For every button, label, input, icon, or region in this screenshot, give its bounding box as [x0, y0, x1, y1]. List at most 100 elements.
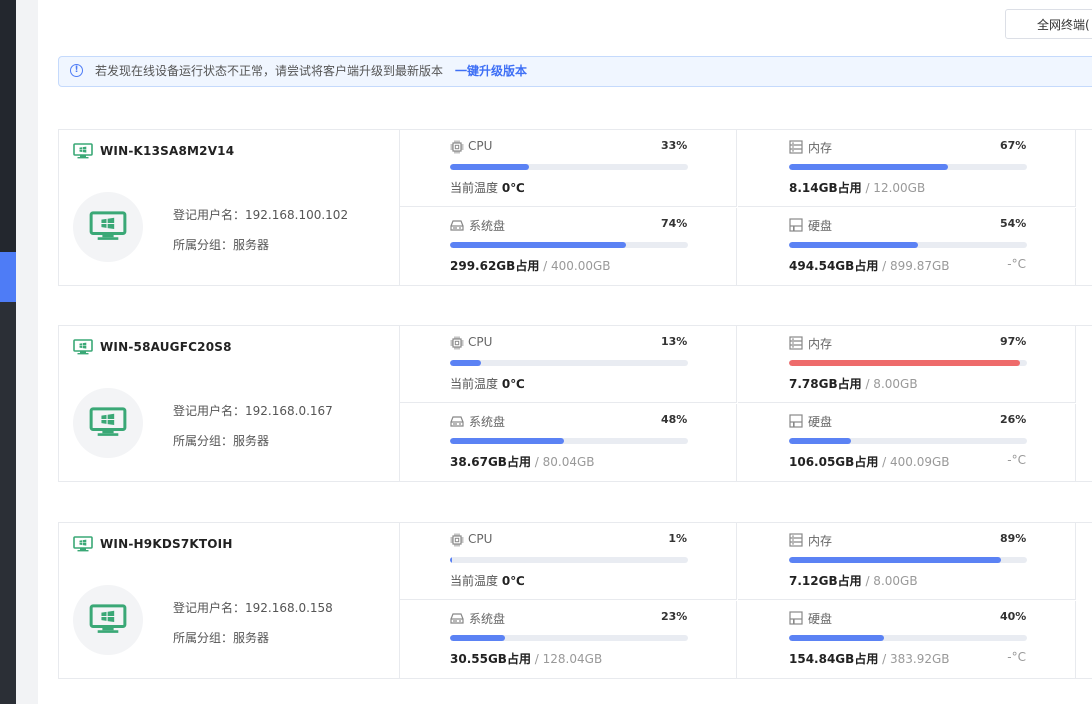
- windows-pc-icon: [73, 143, 93, 159]
- memory-usage: 7.12GB占用 / 8.00GB: [789, 574, 918, 588]
- memory-icon: [789, 532, 803, 547]
- left-nav-rail: [0, 0, 16, 704]
- disk-temperature: -°C: [1007, 453, 1026, 467]
- disk-progress-bar: [789, 242, 1027, 248]
- disk-progress-fill: [789, 242, 918, 248]
- cpu-icon: [450, 139, 464, 154]
- notice-message: 若发现在线设备运行状态不正常，请尝试将客户端升级到最新版本: [95, 64, 444, 78]
- hard-disk-icon: [789, 217, 803, 232]
- cpu-icon: [450, 532, 464, 547]
- memory-progress-bar: [789, 360, 1027, 366]
- cpu-percent: 33%: [661, 139, 688, 152]
- system-disk-percent: 74%: [661, 217, 688, 230]
- cpu-percent: 13%: [661, 335, 688, 348]
- upgrade-notice-bar: ! 若发现在线设备运行状态不正常，请尝试将客户端升级到最新版本 一键升级版本: [58, 56, 1092, 87]
- memory-label: 内存: [808, 141, 833, 155]
- system-disk-label: 系统盘: [469, 415, 506, 429]
- system-disk-metric: 系统盘 23% 30.55GB占用 / 128.04GB: [399, 601, 737, 678]
- one-click-upgrade-link[interactable]: 一键升级版本: [455, 57, 527, 86]
- memory-label: 内存: [808, 337, 833, 351]
- disk-progress-fill: [789, 438, 851, 444]
- windows-pc-icon: [73, 536, 93, 552]
- windows-pc-icon: [73, 339, 93, 355]
- disk-usage: 106.05GB占用 / 400.09GB: [789, 455, 950, 469]
- memory-progress-bar: [789, 557, 1027, 563]
- cpu-label: CPU: [468, 532, 493, 546]
- disk-progress-bar: [789, 438, 1027, 444]
- disk-label: 硬盘: [808, 612, 833, 626]
- cpu-metric: CPU 13% 当前温度 0℃: [399, 326, 737, 403]
- system-disk-label: 系统盘: [469, 612, 506, 626]
- memory-progress-fill: [789, 557, 1001, 563]
- system-disk-usage: 38.67GB占用 / 80.04GB: [450, 455, 595, 469]
- device-avatar: [73, 585, 143, 655]
- device-info: WIN-58AUGFC20S8 登记用户名：192.168.0.167 所属分组…: [59, 326, 400, 481]
- device-name[interactable]: WIN-H9KDS7KTOIH: [100, 537, 233, 551]
- cpu-metric: CPU 1% 当前温度 0℃: [399, 523, 737, 600]
- system-disk-usage: 299.62GB占用 / 400.00GB: [450, 259, 611, 273]
- memory-icon: [789, 335, 803, 350]
- disk-temperature: -°C: [1007, 257, 1026, 271]
- disk-metric: 硬盘 40% 154.84GB占用 / 383.92GB -°C: [738, 601, 1076, 678]
- device-card[interactable]: WIN-58AUGFC20S8 登记用户名：192.168.0.167 所属分组…: [58, 325, 1092, 482]
- disk-usage: 494.54GB占用 / 899.87GB: [789, 259, 950, 273]
- memory-metric: 内存 67% 8.14GB占用 / 12.00GB: [738, 130, 1076, 207]
- disk-progress-fill: [789, 635, 885, 641]
- system-disk-percent: 23%: [661, 610, 688, 623]
- memory-metric: 内存 89% 7.12GB占用 / 8.00GB: [738, 523, 1076, 600]
- memory-metric: 内存 97% 7.78GB占用 / 8.00GB: [738, 326, 1076, 403]
- cpu-temperature: 当前温度 0℃: [450, 181, 525, 195]
- device-group: 所属分组：服务器: [173, 238, 270, 252]
- system-disk-percent: 48%: [661, 413, 688, 426]
- cpu-icon: [450, 335, 464, 350]
- device-group: 所属分组：服务器: [173, 631, 270, 645]
- memory-percent: 97%: [1000, 335, 1027, 348]
- system-disk-progress-bar: [450, 438, 688, 444]
- nav-active-indicator[interactable]: [0, 252, 16, 302]
- system-disk-progress-bar: [450, 635, 688, 641]
- memory-progress-fill: [789, 164, 949, 170]
- device-name[interactable]: WIN-58AUGFC20S8: [100, 340, 232, 354]
- page-gutter: [16, 0, 38, 704]
- device-avatar: [73, 388, 143, 458]
- system-disk-label: 系统盘: [469, 219, 506, 233]
- disk-label: 硬盘: [808, 415, 833, 429]
- system-disk-metric: 系统盘 74% 299.62GB占用 / 400.00GB: [399, 208, 737, 285]
- memory-percent: 89%: [1000, 532, 1027, 545]
- system-disk-progress-fill: [450, 242, 627, 248]
- cpu-label: CPU: [468, 335, 493, 349]
- device-name[interactable]: WIN-K13SA8M2V14: [100, 144, 234, 158]
- info-icon: !: [70, 64, 83, 77]
- cpu-temperature: 当前温度 0℃: [450, 574, 525, 588]
- registered-user: 登记用户名：192.168.0.158: [173, 601, 333, 615]
- device-info: WIN-K13SA8M2V14 登记用户名：192.168.100.102 所属…: [59, 130, 400, 285]
- memory-icon: [789, 139, 803, 154]
- memory-label: 内存: [808, 534, 833, 548]
- disk-percent: 40%: [1000, 610, 1027, 623]
- nav-band: [0, 0, 16, 252]
- device-card[interactable]: WIN-H9KDS7KTOIH 登记用户名：192.168.0.158 所属分组…: [58, 522, 1092, 679]
- system-disk-icon: [450, 610, 464, 624]
- hard-disk-icon: [789, 610, 803, 625]
- disk-metric: 硬盘 54% 494.54GB占用 / 899.87GB -°C: [738, 208, 1076, 285]
- system-disk-icon: [450, 413, 464, 427]
- system-disk-metric: 系统盘 48% 38.67GB占用 / 80.04GB: [399, 404, 737, 481]
- registered-user: 登记用户名：192.168.100.102: [173, 208, 349, 222]
- all-terminals-button[interactable]: 全网终端(: [1005, 9, 1092, 39]
- main-content: 全网终端( ! 若发现在线设备运行状态不正常，请尝试将客户端升级到最新版本 一键…: [38, 0, 1092, 704]
- device-group: 所属分组：服务器: [173, 434, 270, 448]
- disk-metric: 硬盘 26% 106.05GB占用 / 400.09GB -°C: [738, 404, 1076, 481]
- disk-percent: 54%: [1000, 217, 1027, 230]
- memory-progress-bar: [789, 164, 1027, 170]
- cpu-progress-bar: [450, 557, 688, 563]
- cpu-progress-bar: [450, 164, 688, 170]
- cpu-progress-fill: [450, 164, 529, 170]
- device-info: WIN-H9KDS7KTOIH 登记用户名：192.168.0.158 所属分组…: [59, 523, 400, 678]
- cpu-label: CPU: [468, 139, 493, 153]
- device-avatar: [73, 192, 143, 262]
- system-disk-progress-bar: [450, 242, 688, 248]
- cpu-progress-fill: [450, 557, 453, 563]
- cpu-progress-bar: [450, 360, 688, 366]
- memory-progress-fill: [789, 360, 1020, 366]
- device-card[interactable]: WIN-K13SA8M2V14 登记用户名：192.168.100.102 所属…: [58, 129, 1092, 286]
